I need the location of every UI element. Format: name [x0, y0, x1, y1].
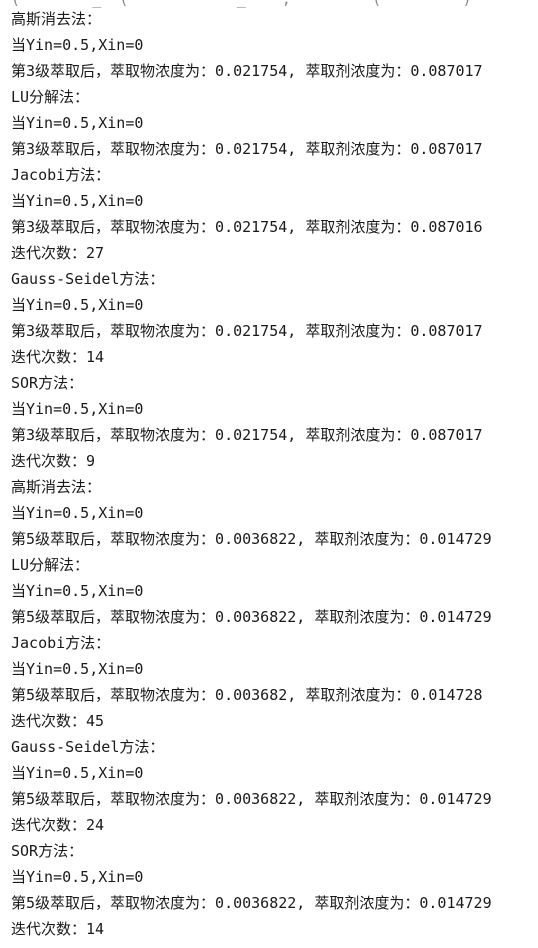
console-line: 当Yin=0.5,Xin=0 [11, 192, 144, 210]
console-line: LU分解法： [11, 88, 90, 106]
console-line: 当Yin=0.5,Xin=0 [11, 582, 144, 600]
console-line: 第5级萃取后，萃取物浓度为：0.003682, 萃取剂浓度为：0.014728 [11, 686, 483, 704]
console-line: 迭代次数：27 [11, 244, 105, 262]
console-line: 迭代次数：14 [11, 920, 105, 938]
console-line: Gauss-Seidel方法： [11, 738, 165, 756]
console-line: 第3级萃取后，萃取物浓度为：0.021754, 萃取剂浓度为：0.087017 [11, 140, 483, 158]
console-line: 迭代次数：45 [11, 712, 105, 730]
console-line: Jacobi方法： [11, 166, 111, 184]
console-line: 第3级萃取后，萃取物浓度为：0.021754, 萃取剂浓度为：0.087017 [11, 62, 483, 80]
console-line: 当Yin=0.5,Xin=0 [11, 504, 144, 522]
console-line: Jacobi方法： [11, 634, 111, 652]
console-line: 第3级萃取后，萃取物浓度为：0.021754, 萃取剂浓度为：0.087017 [11, 322, 483, 340]
console-line: 迭代次数：9 [11, 452, 96, 470]
console-line: 高斯消去法： [11, 10, 102, 28]
console-line: 第5级萃取后，萃取物浓度为：0.0036822, 萃取剂浓度为：0.014729 [11, 608, 492, 626]
console-line: 当Yin=0.5,Xin=0 [11, 400, 144, 418]
console-line: 当Yin=0.5,Xin=0 [11, 36, 144, 54]
console-line: Gauss-Seidel方法： [11, 270, 165, 288]
console-line: 当Yin=0.5,Xin=0 [11, 660, 144, 678]
console-line: 当Yin=0.5,Xin=0 [11, 114, 144, 132]
console-line: 当Yin=0.5,Xin=0 [11, 296, 144, 314]
console-output: ( _ ( _ , ( ) 高斯消去法：当Yin=0.5,Xin=0第3级萃取后… [0, 0, 538, 948]
console-line: 迭代次数：14 [11, 348, 105, 366]
console-line: 第3级萃取后，萃取物浓度为：0.021754, 萃取剂浓度为：0.087017 [11, 426, 483, 444]
console-line: 第5级萃取后，萃取物浓度为：0.0036822, 萃取剂浓度为：0.014729 [11, 530, 492, 548]
console-line: 第5级萃取后，萃取物浓度为：0.0036822, 萃取剂浓度为：0.014729 [11, 790, 492, 808]
console-line: 当Yin=0.5,Xin=0 [11, 868, 144, 886]
console-line: 第3级萃取后，萃取物浓度为：0.021754, 萃取剂浓度为：0.087016 [11, 218, 483, 236]
console-line: SOR方法： [11, 842, 84, 860]
console-line: SOR方法： [11, 374, 84, 392]
console-line: 迭代次数：24 [11, 816, 105, 834]
console-line: 当Yin=0.5,Xin=0 [11, 764, 144, 782]
console-line: 高斯消去法： [11, 478, 102, 496]
console-line: LU分解法： [11, 556, 90, 574]
console-line: 第5级萃取后，萃取物浓度为：0.0036822, 萃取剂浓度为：0.014729 [11, 894, 492, 912]
